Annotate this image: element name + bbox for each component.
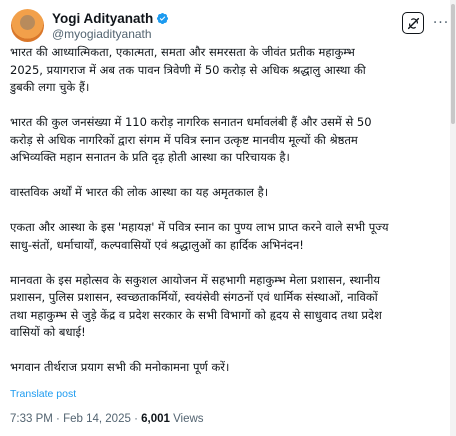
tweet-paragraph: भारत की कुल जनसंख्या में 110 करोड़ नागरि… xyxy=(10,115,372,164)
tweet-card: Yogi Adityanath @myogiadityanath ··· भार… xyxy=(0,0,456,436)
tweet-time[interactable]: 7:33 PM xyxy=(10,413,53,425)
profile-avatar[interactable] xyxy=(11,9,44,42)
tweet-paragraph: भगवान तीर्थराज प्रयाग सभी की मनोकामना पू… xyxy=(10,360,230,374)
more-options-icon: ··· xyxy=(432,15,450,31)
scrollbar-track[interactable] xyxy=(450,0,456,436)
grok-button[interactable] xyxy=(402,12,424,34)
author-name-row: Yogi Adityanath xyxy=(52,11,169,26)
verified-badge-icon xyxy=(157,12,169,25)
more-options-button[interactable]: ··· xyxy=(432,14,450,32)
tweet-text: भारत की आध्यात्मिकता, एकात्मता, समता और … xyxy=(10,44,438,394)
tweet-header: Yogi Adityanath @myogiadityanath ··· xyxy=(10,8,448,44)
tweet-paragraph: भारत की आध्यात्मिकता, एकात्मता, समता और … xyxy=(10,45,366,94)
translate-post-link[interactable]: Translate post xyxy=(10,388,76,400)
tweet-paragraph: मानवता के इस महोत्सव के सकुशल आयोजन में … xyxy=(10,272,382,340)
scrollbar-thumb[interactable] xyxy=(451,4,455,124)
meta-separator: · xyxy=(56,413,60,425)
meta-separator: · xyxy=(134,413,138,425)
author-display-name[interactable]: Yogi Adityanath xyxy=(52,11,153,26)
tweet-paragraph: एकता और आस्था के इस 'महायज्ञ' में पवित्र… xyxy=(10,220,389,252)
tweet-meta: 7:33 PM · Feb 14, 2025 · 6,001 Views xyxy=(10,413,204,425)
grok-icon xyxy=(407,17,419,29)
tweet-paragraph: वास्तविक अर्थों में भारत की लोक आस्था का… xyxy=(10,185,269,199)
author-handle[interactable]: @myogiadityanath xyxy=(52,27,152,41)
tweet-date[interactable]: Feb 14, 2025 xyxy=(63,413,131,425)
views-count: 6,001 xyxy=(141,413,170,425)
views-label: Views xyxy=(173,413,204,425)
